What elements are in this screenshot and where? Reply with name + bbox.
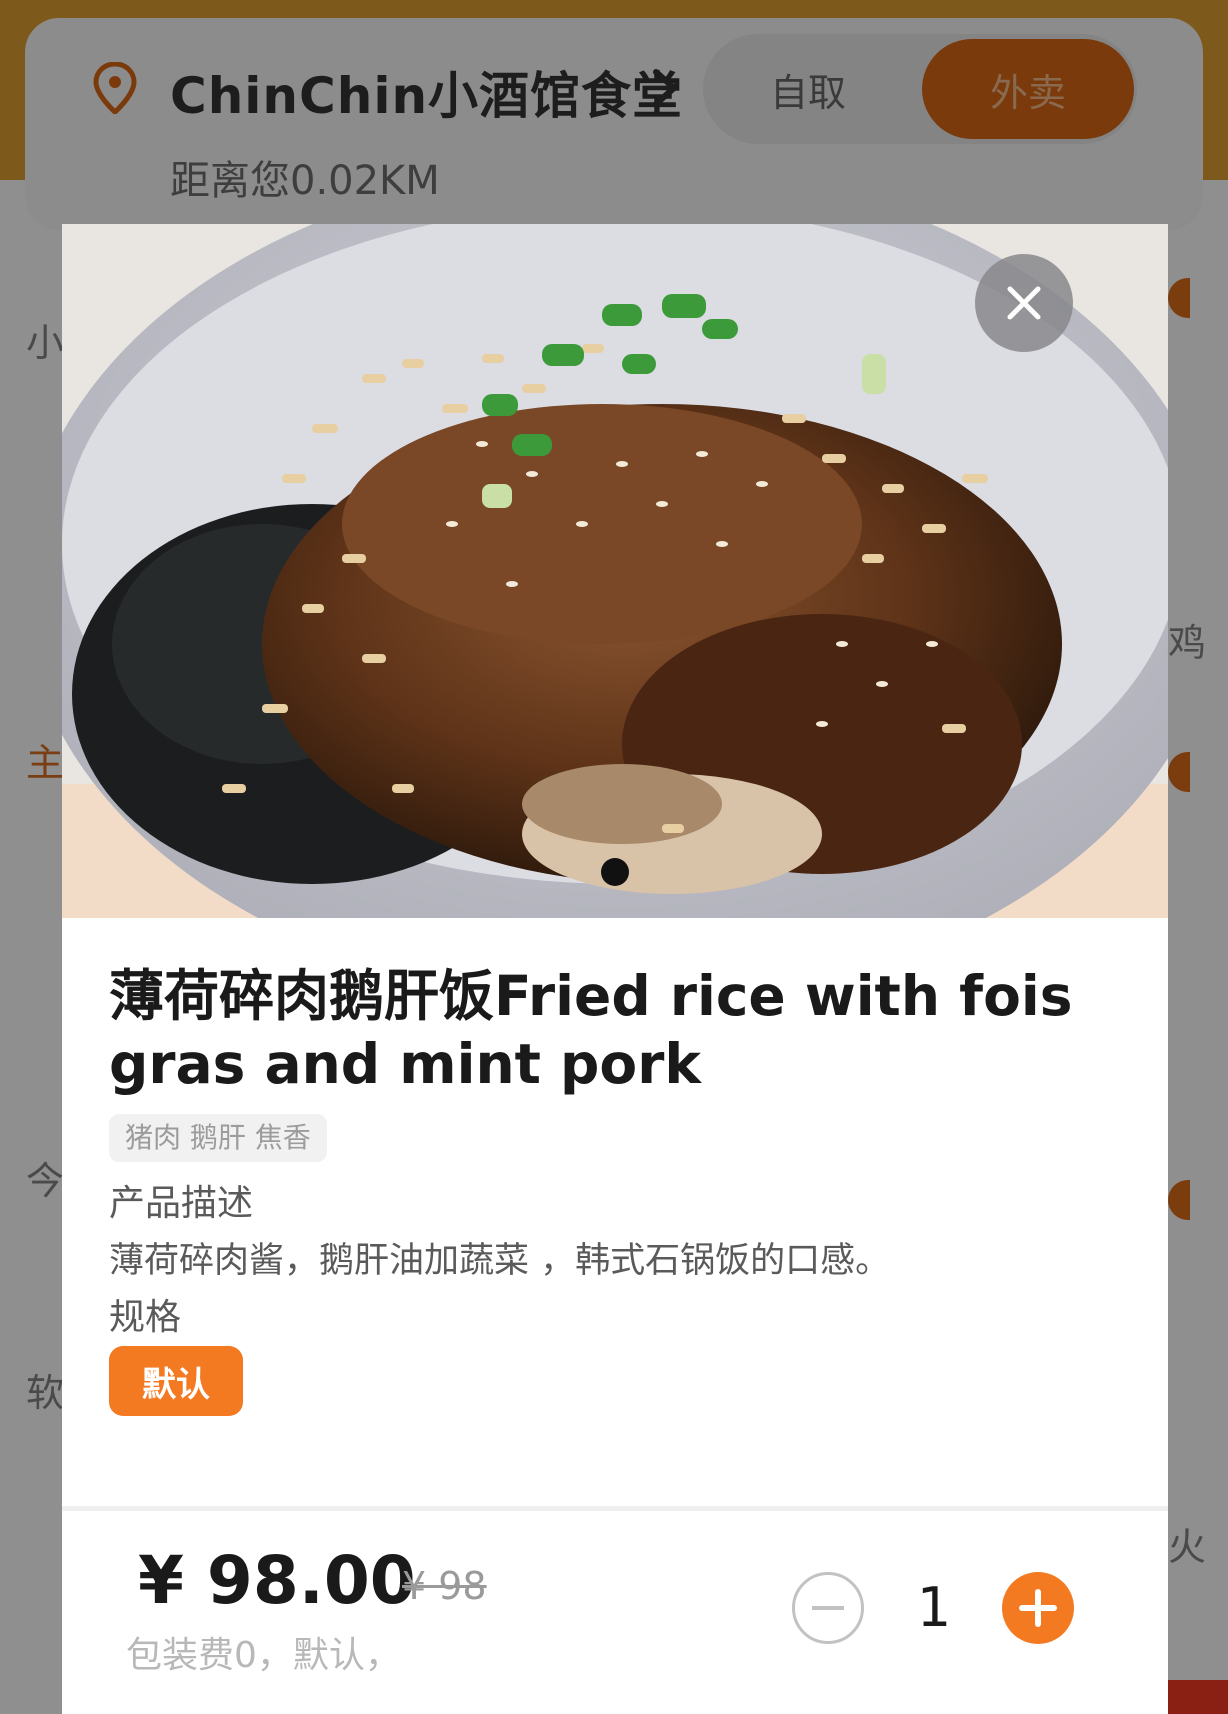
minus-icon <box>812 1606 844 1610</box>
close-icon <box>1007 286 1041 320</box>
category-item: 软 <box>26 1371 65 1415</box>
product-description: 薄荷碎肉酱，鹅肝油加蔬菜 ，韩式石锅饭的口感。 <box>109 1241 891 1281</box>
spec-label: 规格 <box>109 1297 182 1338</box>
store-name[interactable]: ChinChin小酒馆食堂 <box>170 56 683 128</box>
location-pin-icon <box>93 62 137 114</box>
description-label: 产品描述 <box>109 1183 254 1224</box>
menu-item-name: 鸡 <box>1168 621 1207 665</box>
product-image <box>62 224 1168 918</box>
category-item: 今 <box>26 1159 65 1203</box>
original-price: ¥ 98 <box>402 1564 487 1608</box>
packaging-fee-note: 包装费0，默认， <box>126 1635 401 1676</box>
delivery-tab[interactable]: 外卖 <box>922 39 1134 139</box>
store-card: ChinChin小酒馆食堂 距离您0.02KM 自取 外卖 <box>25 18 1203 230</box>
product-tags: 猪肉 鹅肝 焦香 <box>109 1114 327 1162</box>
menu-item-name: 火 <box>1168 1525 1207 1569</box>
close-button[interactable] <box>975 254 1073 352</box>
product-detail-modal: 薄荷碎肉鹅肝饭Fried rice with fois gras and min… <box>62 224 1168 1714</box>
store-distance: 距离您0.02KM <box>170 158 440 204</box>
decrease-quantity-button[interactable] <box>792 1572 864 1644</box>
category-item: 小 <box>26 321 65 365</box>
divider <box>62 1506 1168 1511</box>
quantity-value: 1 <box>916 1576 952 1639</box>
chevron-right-icon[interactable] <box>648 66 682 110</box>
carousel-dot[interactable] <box>601 858 629 886</box>
category-item-active: 主 <box>26 741 65 785</box>
order-mode-toggle: 自取 外卖 <box>703 34 1137 144</box>
increase-quantity-button[interactable] <box>1002 1572 1074 1644</box>
pickup-tab[interactable]: 自取 <box>703 34 913 144</box>
spec-option-default[interactable]: 默认 <box>109 1346 243 1416</box>
current-price: ¥ 98.00 <box>138 1542 416 1619</box>
product-title: 薄荷碎肉鹅肝饭Fried rice with fois gras and min… <box>109 964 1073 1096</box>
